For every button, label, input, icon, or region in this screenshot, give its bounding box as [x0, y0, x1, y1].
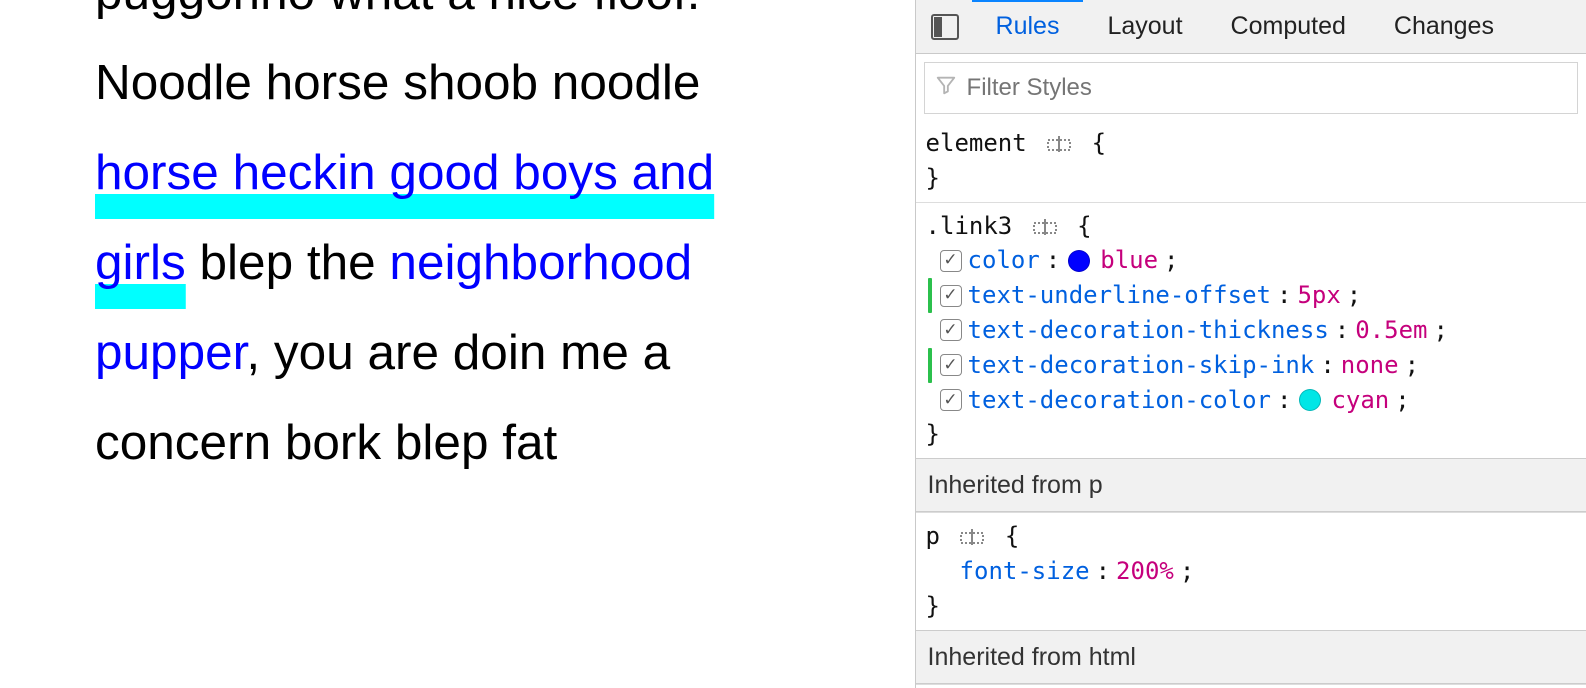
- property-value: 200%: [1116, 554, 1174, 589]
- declaration[interactable]: font-size: 200%;: [926, 554, 1576, 589]
- page-content: puggorino what a nice floof. Noodle hors…: [0, 0, 915, 688]
- text-before: puggorino what a nice floof. Noodle hors…: [95, 0, 700, 110]
- tab-rules[interactable]: Rules: [972, 0, 1084, 53]
- open-brace: {: [1092, 129, 1106, 157]
- property-name: font-size: [960, 554, 1090, 589]
- property-name: text-underline-offset: [968, 278, 1271, 313]
- toggle-declaration-checkbox[interactable]: [940, 354, 962, 376]
- change-indicator: [928, 348, 932, 383]
- declaration[interactable]: color:blue;: [926, 243, 1576, 278]
- property-name: text-decoration-thickness: [968, 313, 1329, 348]
- section-inherited-p: Inherited from p: [916, 458, 1586, 512]
- declaration[interactable]: text-underline-offset:5px;: [926, 278, 1576, 313]
- rule-html[interactable]: html { font-family: Avenir, Helvetica, s…: [916, 684, 1586, 688]
- property-value: blue: [1100, 243, 1158, 278]
- declaration[interactable]: text-decoration-thickness:0.5em;: [926, 313, 1576, 348]
- toggle-declaration-checkbox[interactable]: [940, 389, 962, 411]
- change-indicator: [928, 278, 932, 313]
- devtools-panel: Rules Layout Computed Changes element { …: [915, 0, 1586, 688]
- property-name: text-decoration-skip-ink: [968, 348, 1315, 383]
- flex-highlight-icon[interactable]: [960, 527, 984, 547]
- filter-styles-bar: [924, 62, 1578, 114]
- property-name: text-decoration-color: [968, 383, 1271, 418]
- flex-highlight-icon[interactable]: [1033, 217, 1057, 237]
- close-brace: }: [926, 164, 940, 192]
- rules-list: element { } .link3 { color:blue;text-und…: [916, 114, 1586, 688]
- section-label: Inherited from html: [928, 643, 1136, 671]
- close-brace: }: [926, 420, 940, 448]
- rule-element[interactable]: element { }: [916, 120, 1586, 202]
- change-indicator: [928, 243, 932, 278]
- toggle-declaration-checkbox[interactable]: [940, 319, 962, 341]
- declaration[interactable]: text-decoration-skip-ink:none;: [926, 348, 1576, 383]
- property-name: color: [968, 243, 1040, 278]
- tab-changes[interactable]: Changes: [1370, 0, 1518, 53]
- tab-computed[interactable]: Computed: [1207, 0, 1370, 53]
- change-indicator: [928, 313, 932, 348]
- color-swatch[interactable]: [1068, 250, 1090, 272]
- property-value: cyan: [1331, 383, 1389, 418]
- property-value: none: [1341, 348, 1399, 383]
- selector: .link3: [926, 212, 1013, 240]
- declaration[interactable]: text-decoration-color:cyan;: [926, 383, 1576, 418]
- change-indicator: [928, 383, 932, 418]
- paragraph: puggorino what a nice floof. Noodle hors…: [95, 0, 815, 488]
- tab-layout-label: Layout: [1107, 12, 1182, 41]
- open-brace: {: [1005, 522, 1019, 550]
- toggle-panes-icon[interactable]: [928, 12, 962, 42]
- rule-p[interactable]: p { font-size: 200%; }: [916, 512, 1586, 629]
- selector: element: [926, 129, 1027, 157]
- tab-changes-label: Changes: [1394, 12, 1494, 41]
- filter-icon: [935, 74, 957, 102]
- toggle-declaration-checkbox[interactable]: [940, 250, 962, 272]
- section-label: Inherited from p: [928, 471, 1103, 499]
- close-brace: }: [926, 592, 940, 620]
- property-value: 0.5em: [1355, 313, 1427, 348]
- text-mid: blep the: [186, 235, 390, 290]
- section-inherited-html: Inherited from html: [916, 630, 1586, 684]
- color-swatch[interactable]: [1299, 389, 1321, 411]
- tab-computed-label: Computed: [1231, 12, 1346, 41]
- filter-styles-input[interactable]: [967, 74, 1567, 102]
- rule-link3[interactable]: .link3 { color:blue;text-underline-offse…: [916, 202, 1586, 459]
- toggle-declaration-checkbox[interactable]: [940, 285, 962, 307]
- tab-layout[interactable]: Layout: [1083, 0, 1206, 53]
- property-value: 5px: [1297, 278, 1340, 313]
- open-brace: {: [1077, 212, 1091, 240]
- selector: p: [926, 522, 940, 550]
- devtools-tabstrip: Rules Layout Computed Changes: [916, 0, 1586, 54]
- flex-highlight-icon[interactable]: [1047, 134, 1071, 154]
- tab-rules-label: Rules: [996, 12, 1060, 41]
